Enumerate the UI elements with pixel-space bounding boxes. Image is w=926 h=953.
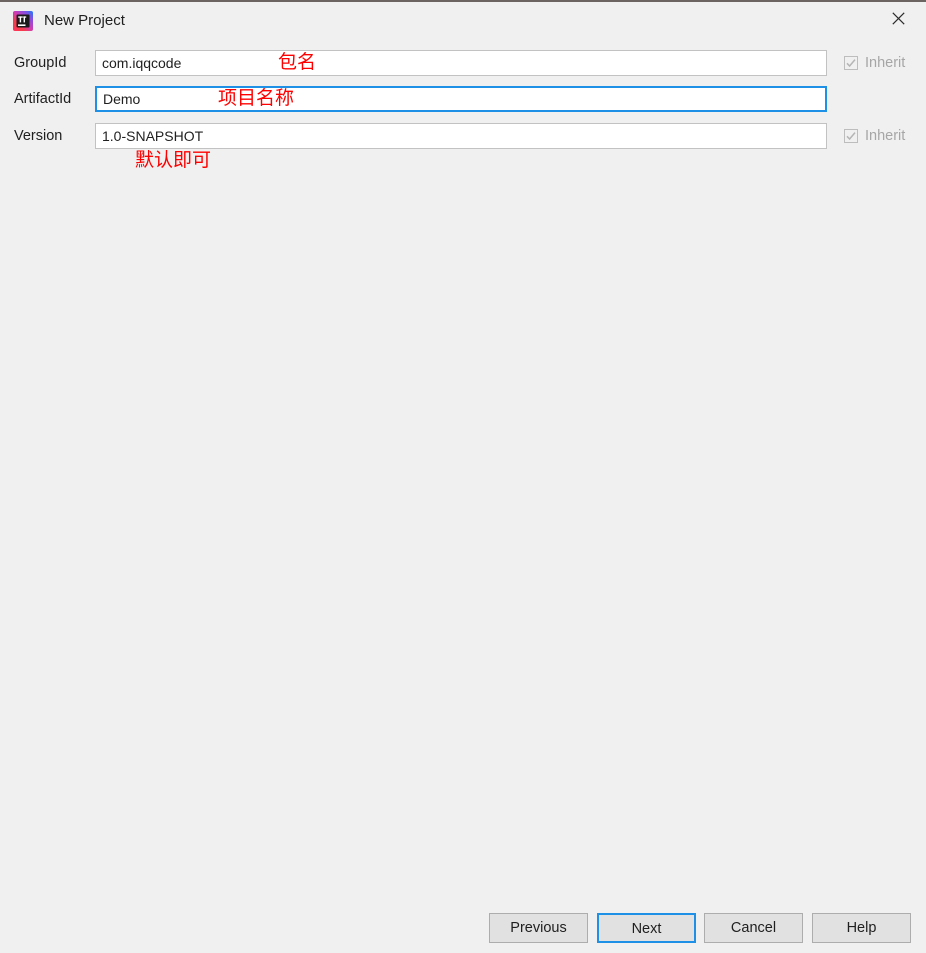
version-inherit-checkbox[interactable]	[844, 129, 858, 143]
version-input[interactable]	[95, 123, 827, 149]
groupid-inherit-label: Inherit	[865, 55, 906, 71]
annotation-package-name: 包名	[278, 51, 317, 73]
next-button[interactable]: Next	[597, 913, 696, 943]
artifactid-label: ArtifactId	[14, 91, 72, 107]
version-inherit-group[interactable]: Inherit	[844, 126, 905, 146]
title-bar: New Project	[0, 2, 926, 40]
annotation-project-name: 项目名称	[218, 87, 295, 109]
previous-button[interactable]: Previous	[489, 913, 588, 943]
dialog-button-bar: Previous Next Cancel Help	[0, 910, 926, 953]
version-label: Version	[14, 128, 63, 144]
help-button[interactable]: Help	[812, 913, 911, 943]
version-inherit-label: Inherit	[865, 128, 906, 144]
groupid-inherit-group[interactable]: Inherit	[844, 53, 905, 73]
groupid-input[interactable]	[95, 50, 827, 76]
window-title: New Project	[44, 12, 125, 29]
close-icon	[891, 11, 905, 25]
groupid-inherit-checkbox[interactable]	[844, 56, 858, 70]
close-button[interactable]	[870, 2, 926, 34]
cancel-button[interactable]: Cancel	[704, 913, 803, 943]
intellij-idea-icon	[12, 10, 34, 32]
annotation-default-ok: 默认即可	[135, 149, 212, 171]
groupid-label: GroupId	[14, 55, 67, 71]
artifactid-input[interactable]	[95, 86, 827, 112]
new-project-dialog: New Project GroupId Inherit ArtifactId V…	[0, 0, 926, 951]
